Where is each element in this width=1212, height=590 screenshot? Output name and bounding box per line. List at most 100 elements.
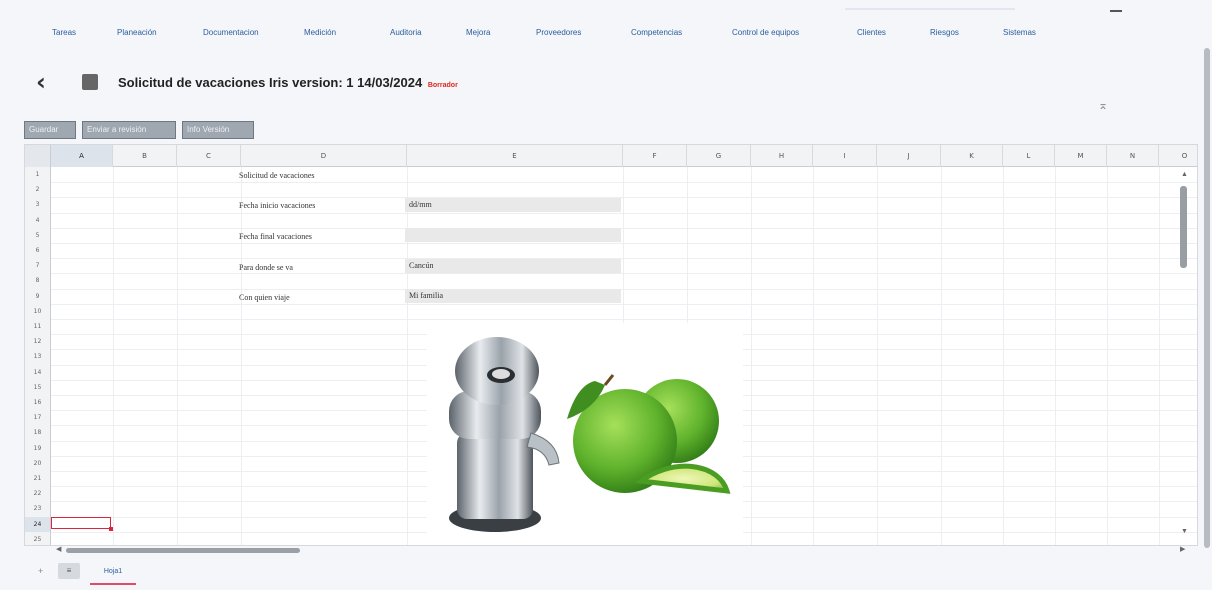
scroll-left-icon[interactable]: ◀ <box>56 545 61 553</box>
row-header-8[interactable]: 8 <box>25 273 51 289</box>
page-scroll-thumb[interactable] <box>1204 48 1210 548</box>
row-header-23[interactable]: 23 <box>25 501 51 517</box>
spreadsheet-grid[interactable]: ABCDEFGHIJKLMNO 1 2 3 4 5 6 7 8 9 10 11 12 13 14 15 16 1… <box>24 144 1198 546</box>
version-info-button[interactable]: Info Versión <box>182 121 254 139</box>
top-divider <box>845 8 1015 10</box>
row-header-14[interactable]: 14 <box>25 364 51 380</box>
row-header-4[interactable]: 4 <box>25 212 51 228</box>
sheet-tab-bar <box>24 556 1198 584</box>
grid-column-line <box>941 167 942 545</box>
status-badge: Borrador <box>427 82 458 89</box>
column-header-b[interactable]: B <box>113 145 177 167</box>
column-header-a[interactable]: A <box>51 145 113 167</box>
collapse-icon[interactable]: ⌅ <box>1097 98 1109 112</box>
save-button[interactable]: Guardar <box>24 121 76 139</box>
column-header-k[interactable]: K <box>941 145 1003 167</box>
row-header-19[interactable]: 19 <box>25 440 51 456</box>
active-cell-a24[interactable] <box>51 517 113 531</box>
grid-column-line <box>1107 167 1108 545</box>
row-header-13[interactable]: 13 <box>25 349 51 365</box>
top-navigation: Tareas Planeación Documentacion Medición… <box>0 0 1212 64</box>
nav-tab-auditoria[interactable]: Auditoria <box>390 28 422 37</box>
nav-tab-sistemas[interactable]: Sistemas <box>1003 28 1036 37</box>
grid-column-line <box>1003 167 1004 545</box>
column-header-h[interactable]: H <box>751 145 813 167</box>
row-header-1[interactable]: 1 <box>25 167 51 183</box>
cell-e3[interactable]: dd/mm <box>405 198 621 212</box>
grid-column-line <box>877 167 878 545</box>
cell-d7[interactable]: Para donde se va <box>239 263 293 272</box>
grid-row-line <box>51 227 1197 229</box>
row-header-10[interactable]: 10 <box>25 303 51 319</box>
grid-column-line <box>1159 167 1160 545</box>
row-header-24[interactable]: 24 <box>25 516 51 532</box>
nav-tab-competencias[interactable]: Competencias <box>631 28 682 37</box>
scroll-down-icon[interactable]: ▼ <box>1181 528 1188 535</box>
scroll-right-icon[interactable]: ▶ <box>1180 545 1185 553</box>
row-header-12[interactable]: 12 <box>25 334 51 350</box>
chevron-left-icon[interactable]: ‹ <box>36 70 46 94</box>
column-header-i[interactable]: I <box>813 145 877 167</box>
row-header-16[interactable]: 16 <box>25 395 51 411</box>
column-header-g[interactable]: G <box>687 145 751 167</box>
add-sheet-icon[interactable]: + <box>38 566 43 576</box>
nav-tab-mejora[interactable]: Mejora <box>466 28 490 37</box>
column-header-l[interactable]: L <box>1003 145 1055 167</box>
scroll-up-icon[interactable]: ▲ <box>1181 171 1188 178</box>
nav-tab-tareas[interactable]: Tareas <box>52 28 76 37</box>
row-header-22[interactable]: 22 <box>25 486 51 502</box>
select-all-corner[interactable] <box>25 145 51 167</box>
row-header-25[interactable]: 25 <box>25 531 51 545</box>
sheet-scroll-thumb[interactable] <box>1180 186 1187 268</box>
row-header-21[interactable]: 21 <box>25 471 51 487</box>
row-header-20[interactable]: 20 <box>25 455 51 471</box>
nav-tab-proveedores[interactable]: Proveedores <box>536 28 581 37</box>
grid-column-line <box>407 167 408 545</box>
square-icon[interactable] <box>82 74 98 90</box>
row-header-7[interactable]: 7 <box>25 258 51 274</box>
row-header-3[interactable]: 3 <box>25 197 51 213</box>
row-header-5[interactable]: 5 <box>25 227 51 243</box>
row-header-6[interactable]: 6 <box>25 243 51 259</box>
column-header-n[interactable]: N <box>1107 145 1159 167</box>
nav-tab-planeacion[interactable]: Planeación <box>117 28 157 37</box>
minimize-icon[interactable] <box>1110 10 1122 12</box>
send-review-button[interactable]: Enviar a revisión <box>82 121 176 139</box>
row-header-2[interactable]: 2 <box>25 182 51 198</box>
grid-row-line <box>51 258 1197 260</box>
sheets-menu-icon[interactable]: ≡ <box>58 563 80 579</box>
cell-d9[interactable]: Con quien viaje <box>239 293 290 302</box>
cell-d3[interactable]: Fecha inicio vacaciones <box>239 201 315 210</box>
nav-tab-documentacion[interactable]: Documentacion <box>203 28 259 37</box>
row-header-18[interactable]: 18 <box>25 425 51 441</box>
cell-d5[interactable]: Fecha final vacaciones <box>239 232 312 241</box>
row-header-9[interactable]: 9 <box>25 288 51 304</box>
cell-e5[interactable] <box>405 228 621 242</box>
row-header-11[interactable]: 11 <box>25 319 51 335</box>
nav-tab-riesgos[interactable]: Riesgos <box>930 28 959 37</box>
column-header-e[interactable]: E <box>407 145 623 167</box>
juicer-and-limes-image[interactable] <box>427 323 743 545</box>
column-header-j[interactable]: J <box>877 145 941 167</box>
grid-column-line <box>813 167 814 545</box>
cell-d1[interactable]: Solicitud de vacaciones <box>239 171 315 180</box>
column-header-f[interactable]: F <box>623 145 687 167</box>
nav-tab-clientes[interactable]: Clientes <box>857 28 886 37</box>
grid-column-line <box>241 167 242 545</box>
sheet-tab-hoja1[interactable]: Hoja1 <box>90 563 136 585</box>
column-header-m[interactable]: M <box>1055 145 1107 167</box>
row-header-17[interactable]: 17 <box>25 410 51 426</box>
nav-tab-medicion[interactable]: Medición <box>304 28 336 37</box>
grid-row-line <box>51 303 1197 305</box>
column-header-c[interactable]: C <box>177 145 241 167</box>
cell-e7[interactable]: Cancún <box>405 259 621 273</box>
juicer-and-limes-graphic <box>449 337 731 532</box>
sheet-horizontal-scroll-thumb[interactable] <box>66 548 300 553</box>
column-header-d[interactable]: D <box>241 145 407 167</box>
cell-e9[interactable]: Mi familia <box>405 289 621 303</box>
row-header-15[interactable]: 15 <box>25 379 51 395</box>
column-header-o[interactable]: O <box>1159 145 1197 167</box>
nav-tab-control-equipos[interactable]: Control de equipos <box>732 28 799 37</box>
grid-row-line <box>51 243 1197 244</box>
grid-column-line <box>1055 167 1056 545</box>
